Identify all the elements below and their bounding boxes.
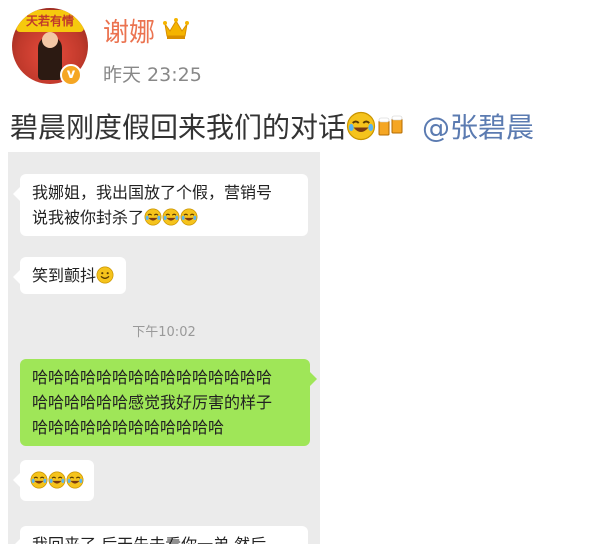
- message-line: 笑到颤抖: [32, 266, 97, 285]
- post-header: 天若有情 v 谢娜 昨天 23:25: [0, 0, 608, 95]
- cry-laugh-emoji-icon: [30, 471, 48, 489]
- chat-message-4: [13, 460, 94, 501]
- chat-timestamp: 下午10:02: [132, 325, 196, 340]
- cry-laugh-emoji-icon: [144, 208, 162, 226]
- crown-icon[interactable]: [163, 16, 189, 40]
- cry-laugh-emoji-icon: [66, 471, 84, 489]
- message-line: 说我被你封杀了: [32, 205, 296, 230]
- laughing-emoji-icon: [346, 111, 376, 141]
- smile-emoji-icon: [96, 266, 114, 284]
- beer-emoji-icon: [378, 115, 403, 136]
- chat-message-5: 我回来了 后天先去看你一弟 然后: [13, 526, 308, 544]
- chat-message-1: 我娜姐，我出国放了个假，营销号 说我被你封杀了: [13, 174, 308, 236]
- cry-laugh-emoji-icon: [48, 471, 66, 489]
- post-timestamp: 昨天 23:25: [103, 64, 202, 86]
- avatar-banner-text: 天若有情: [16, 10, 84, 32]
- verified-badge-icon: v: [60, 64, 82, 86]
- message-line: 哈哈哈哈哈哈感觉我好厉害的样子: [32, 393, 273, 412]
- username[interactable]: 谢娜: [103, 12, 155, 49]
- chat-message-3: 哈哈哈哈哈哈哈哈哈哈哈哈哈哈哈 哈哈哈哈哈哈感觉我好厉害的样子 哈哈哈哈哈哈哈哈…: [20, 359, 317, 446]
- chat-screenshot: 我娜姐，我出国放了个假，营销号 说我被你封杀了 笑到颤抖 下午10:02 哈哈哈…: [8, 152, 320, 544]
- avatar-face: [42, 32, 58, 48]
- chat-message-2: 笑到颤抖: [12, 257, 127, 294]
- message-line: 我回来了 后天先去看你一弟 然后: [32, 535, 266, 544]
- message-line: 我娜姐，我出国放了个假，营销号: [32, 183, 273, 202]
- post-text: 碧晨刚度假回来我们的对话 @张碧晨: [10, 106, 534, 146]
- message-line: 哈哈哈哈哈哈哈哈哈哈哈哈哈哈哈: [32, 368, 273, 387]
- cry-laugh-emoji-icon: [162, 208, 180, 226]
- cry-laugh-emoji-icon: [180, 208, 198, 226]
- message-line: 哈哈哈哈哈哈哈哈哈哈哈哈: [32, 418, 225, 437]
- mention-link[interactable]: @张碧晨: [422, 111, 534, 144]
- post-body-text: 碧晨刚度假回来我们的对话: [10, 111, 347, 144]
